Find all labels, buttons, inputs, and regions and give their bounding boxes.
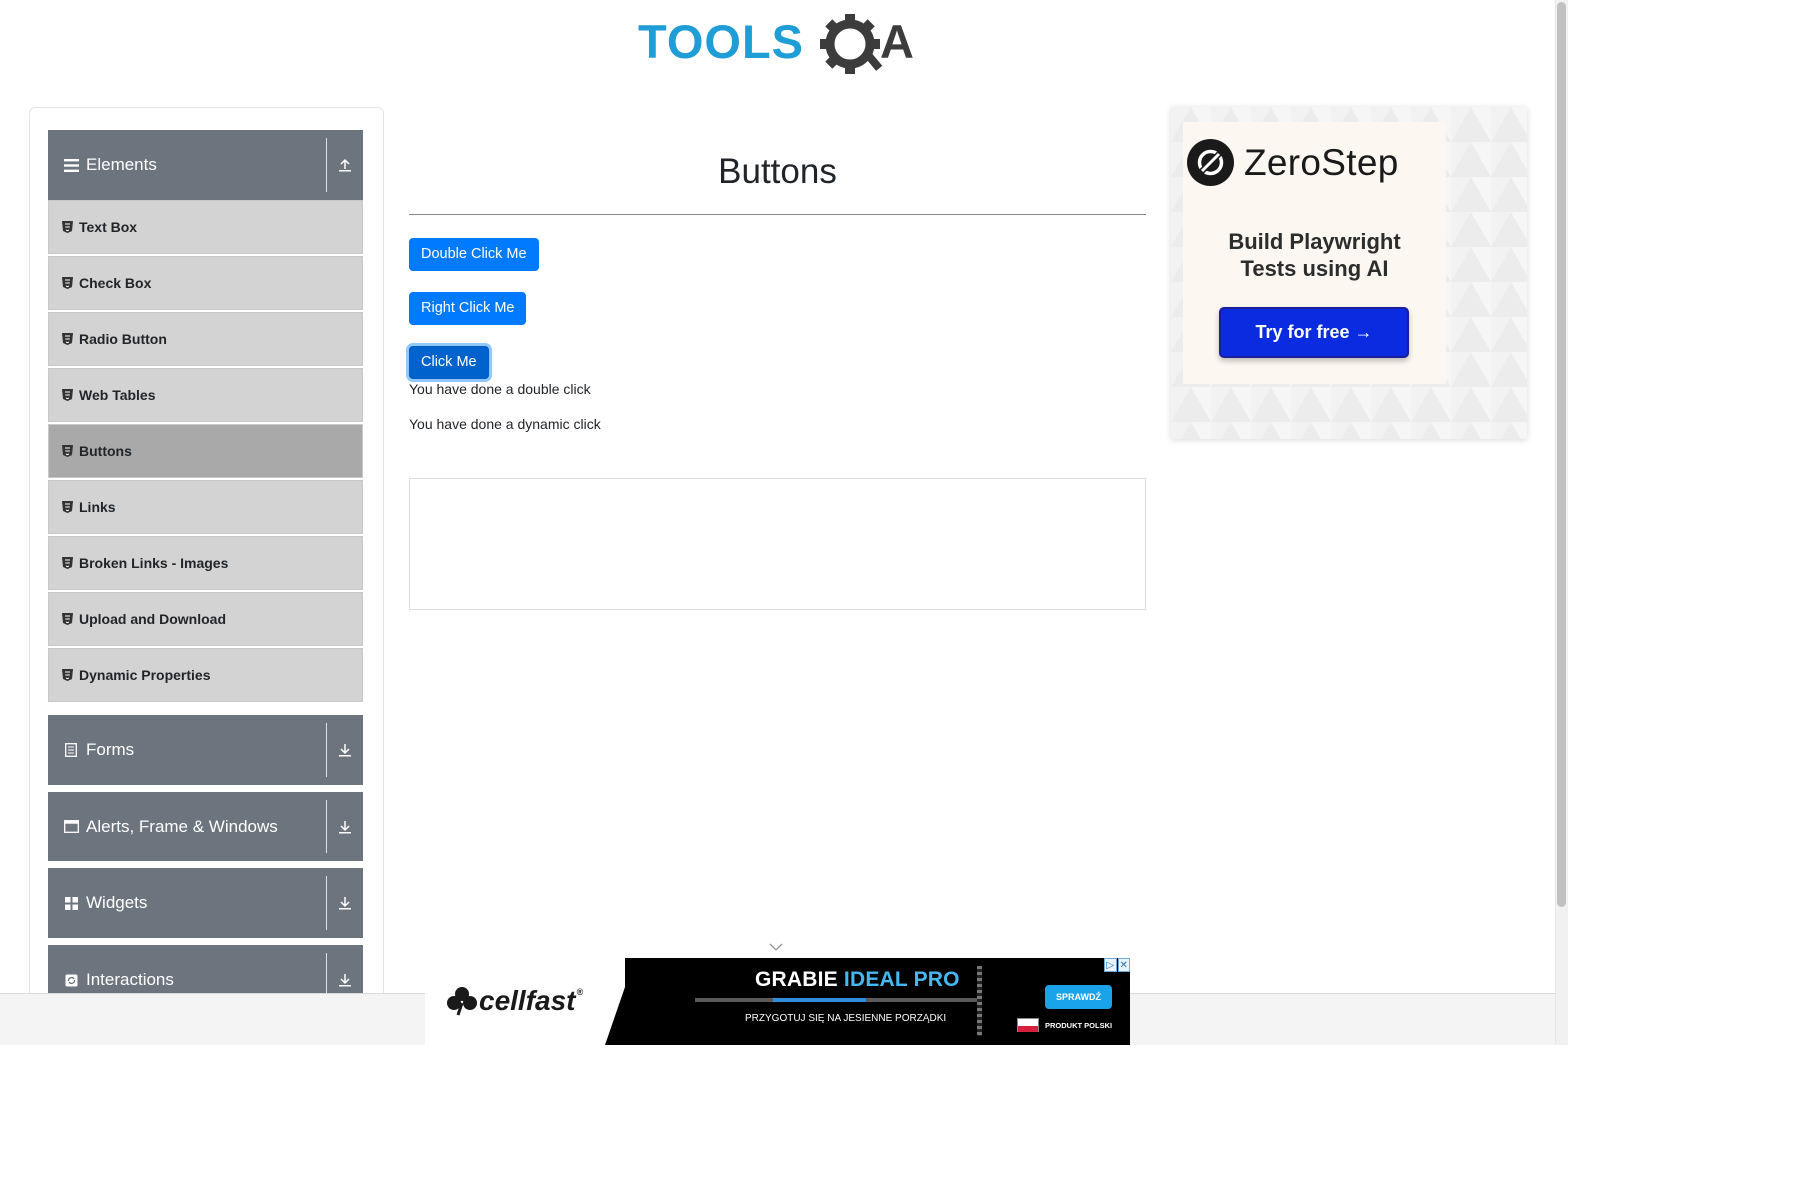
headline-part-a: GRABIE [755,968,844,991]
sidebar-item-label: Text Box [79,219,138,235]
sidebar-item-check-box[interactable]: Check Box [48,256,363,310]
banner-headline: GRABIE IDEAL PRO [755,968,960,992]
html5-icon [62,669,73,681]
tagline-line-1: Build Playwright [1228,229,1401,254]
logo-tools-text: TOOLS [638,15,804,68]
sidebar-item-text-box[interactable]: Text Box [48,200,363,254]
zerostep-ad[interactable]: ZeroStep Build Playwright Tests using AI… [1171,107,1527,439]
tagline-line-2: Tests using AI [1240,256,1389,281]
expand-arrow-down-icon[interactable] [326,800,363,853]
sidebar-group-forms[interactable]: Forms [48,715,363,785]
double-click-message: You have done a double click [409,381,591,397]
gear-icon [820,14,883,74]
sidebar-item-dynamic-properties[interactable]: Dynamic Properties [48,648,363,702]
toolsqa-logo[interactable]: TOOLS A [638,12,923,80]
zerostep-logo-icon [1187,139,1234,186]
page-scrollbar[interactable] [1555,0,1568,1045]
right-click-button[interactable]: Right Click Me [409,292,527,325]
sidebar-item-broken-links-images[interactable]: Broken Links - Images [48,536,363,590]
sidebar-item-upload-and-download[interactable]: Upload and Download [48,592,363,646]
left-sidebar: Elements Text Box Check Box Radio Button… [29,107,384,1007]
grid-icon [62,894,80,912]
title-divider [409,214,1146,215]
zerostep-tagline: Build Playwright Tests using AI [1171,228,1458,282]
scrollbar-thumb[interactable] [1557,2,1566,907]
document-icon [62,741,80,759]
sidebar-group-alerts-frame-windows[interactable]: Alerts, Frame & Windows [48,792,363,861]
window-icon [62,818,80,836]
sidebar-item-buttons[interactable]: Buttons [48,424,363,478]
sidebar-group-label: Elements [86,155,157,174]
sidebar-group-label: Widgets [86,893,148,912]
sidebar-group-label: Alerts, Frame & Windows [86,816,278,836]
zerostep-logo: ZeroStep [1187,139,1399,186]
poland-flag-icon [1017,1018,1039,1032]
html5-icon [62,389,73,401]
rake-image [695,998,978,1002]
cellfast-brand: cellfast [479,985,576,1016]
sidebar-item-label: Buttons [79,443,132,459]
sidebar-item-label: Broken Links - Images [79,555,229,571]
registered-mark: ® [576,987,584,997]
interactions-icon [62,971,80,989]
html5-icon [62,613,73,625]
logo-qa-text: A [880,15,914,68]
sprawdz-button[interactable]: SPRAWDŹ [1045,985,1112,1009]
clover-icon [447,987,477,1016]
zerostep-brand: ZeroStep [1244,141,1399,183]
elements-menu-list: Text Box Check Box Radio Button Web Tabl… [48,200,363,704]
html5-icon [62,557,73,569]
close-icon[interactable]: ✕ [1117,958,1130,972]
hamburger-icon [62,156,80,174]
html5-icon [62,445,73,457]
dynamic-click-message: You have done a dynamic click [409,416,601,432]
sidebar-item-radio-button[interactable]: Radio Button [48,312,363,366]
header: TOOLS A [0,0,1555,95]
sidebar-group-label: Forms [86,740,135,759]
sidebar-item-label: Radio Button [79,331,167,347]
headline-part-b: IDEAL PRO [843,968,960,991]
ad-controls: ▷ ✕ [1103,958,1130,972]
sidebar-item-label: Links [79,499,116,515]
ad-placeholder [409,478,1146,610]
html5-icon [62,221,73,233]
sidebar-group-widgets[interactable]: Widgets [48,868,363,938]
try-for-free-button[interactable]: Try for free → [1219,307,1409,358]
sidebar-item-web-tables[interactable]: Web Tables [48,368,363,422]
html5-icon [62,333,73,345]
sidebar-item-label: Web Tables [79,387,156,403]
expand-arrow-down-icon[interactable] [326,876,363,930]
sidebar-item-links[interactable]: Links [48,480,363,534]
click-me-button[interactable]: Click Me [409,346,489,379]
expand-arrow-down-icon[interactable] [326,723,363,777]
adchoices-icon[interactable]: ▷ [1104,958,1117,972]
sidebar-item-label: Upload and Download [79,611,226,627]
sidebar-item-label: Check Box [79,275,152,291]
collapse-arrow-up-icon[interactable] [326,138,363,192]
chevron-down-icon[interactable] [768,942,784,952]
cellfast-banner-ad[interactable]: cellfast ® GRABIE IDEAL PRO PRZYGOTUJ SIĘ… [425,958,1130,1045]
sidebar-item-label: Dynamic Properties [79,667,211,683]
page-title: Buttons [718,152,837,191]
html5-icon [62,277,73,289]
made-in-label: PRODUKT POLSKI [1045,1021,1113,1030]
double-click-button[interactable]: Double Click Me [409,238,539,271]
sidebar-group-elements[interactable]: Elements [48,130,363,200]
cellfast-logo: cellfast ® [445,985,583,1017]
rake-head-image [977,966,982,1036]
sidebar-group-label: Interactions [86,970,174,989]
html5-icon [62,501,73,513]
banner-subline: PRZYGOTUJ SIĘ NA JESIENNE PORZĄDKI [745,1013,947,1024]
